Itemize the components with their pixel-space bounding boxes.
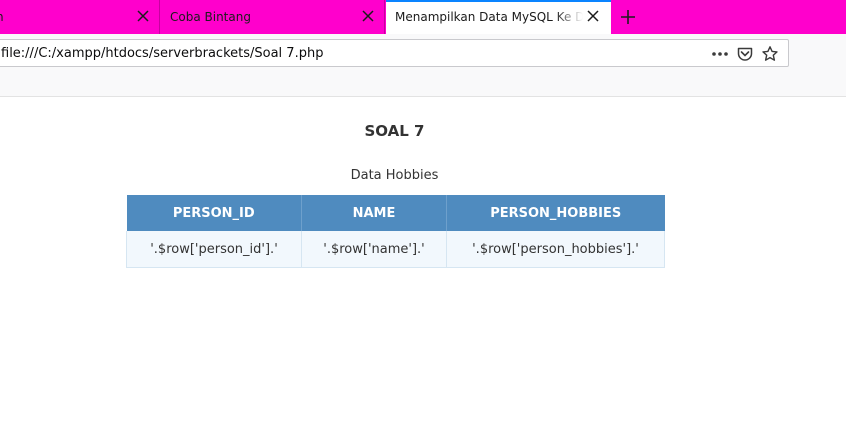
column-header: NAME	[301, 195, 447, 231]
browser-tab-active[interactable]: Menampilkan Data MySQL Ke Dalam	[386, 0, 611, 34]
navigation-toolbar: file:///C:/xampp/htdocs/serverbrackets/S…	[0, 34, 846, 97]
table-cell: '.$row['name'].'	[301, 231, 447, 268]
column-header: PERSON_HOBBIES	[446, 195, 665, 231]
page-title: SOAL 7	[364, 122, 425, 140]
column-header: PERSON_ID	[126, 195, 302, 231]
table-header-row: PERSON_ID NAME PERSON_HOBBIES	[126, 195, 665, 231]
more-dots-icon[interactable]	[711, 45, 729, 63]
url-text[interactable]: file:///C:/xampp/htdocs/serverbrackets/S…	[1, 46, 323, 61]
table-cell: '.$row['person_id'].'	[126, 231, 302, 268]
data-table: PERSON_ID NAME PERSON_HOBBIES '.$row['pe…	[126, 195, 665, 268]
tab-title: n	[0, 10, 20, 24]
close-icon[interactable]	[584, 7, 602, 25]
tab-title: Menampilkan Data MySQL Ke Dalam	[395, 10, 583, 24]
close-icon[interactable]	[134, 7, 152, 25]
browser-tab[interactable]: n	[0, 0, 160, 34]
browser-tab[interactable]: Coba Bintang	[160, 0, 385, 34]
close-icon[interactable]	[359, 7, 377, 25]
tab-strip: n Coba Bintang Menampilkan Data MySQL Ke…	[0, 0, 846, 34]
plus-icon[interactable]	[617, 6, 639, 28]
table-row: '.$row['person_id'].' '.$row['name'].' '…	[126, 231, 665, 268]
address-bar[interactable]: file:///C:/xampp/htdocs/serverbrackets/S…	[0, 39, 789, 67]
table-cell: '.$row['person_hobbies'].'	[446, 231, 665, 268]
pocket-icon[interactable]	[736, 45, 754, 63]
table-caption: Data Hobbies	[350, 168, 439, 183]
tab-title: Coba Bintang	[170, 10, 251, 24]
star-icon[interactable]	[761, 45, 779, 63]
